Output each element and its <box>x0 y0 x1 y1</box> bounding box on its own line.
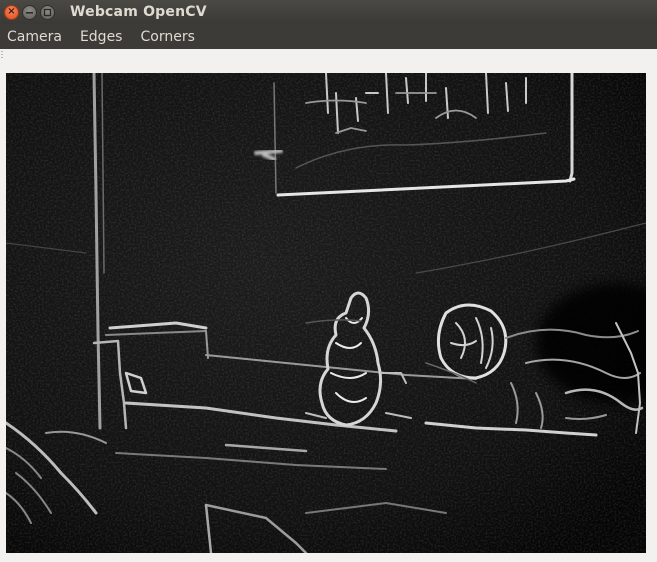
close-button[interactable]: × <box>4 4 19 20</box>
toolbar-grip-handle[interactable] <box>0 51 5 61</box>
title-bar[interactable]: × Webcam OpenCV <box>0 0 657 24</box>
minimize-button[interactable] <box>22 4 37 20</box>
edge-detection-frame <box>6 73 646 553</box>
window-title: Webcam OpenCV <box>70 4 207 20</box>
menu-camera[interactable]: Camera <box>0 29 71 45</box>
menu-bar: Camera Edges Corners <box>0 24 657 49</box>
webcam-edge-view <box>6 73 646 553</box>
maximize-icon <box>43 8 52 16</box>
window-controls: × <box>4 4 55 20</box>
menu-edges[interactable]: Edges <box>72 29 132 45</box>
maximize-button[interactable] <box>40 4 55 20</box>
close-icon: × <box>7 6 16 17</box>
minimize-icon <box>26 11 33 14</box>
menu-corners[interactable]: Corners <box>132 29 203 45</box>
